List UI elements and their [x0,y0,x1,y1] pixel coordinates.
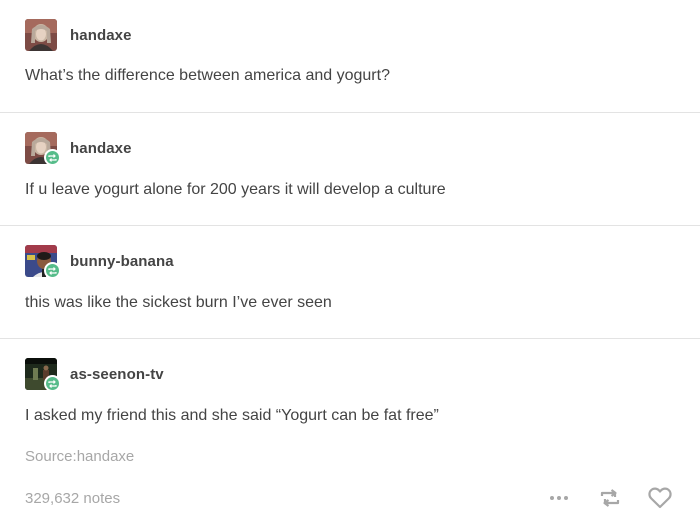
woman-portrait-icon [25,19,57,51]
post-text: I asked my friend this and she said “Yog… [25,407,439,424]
divider [0,338,700,339]
reblog-badge-icon [44,262,61,279]
reblog-badge-icon [44,149,61,166]
reblog-icon[interactable] [597,486,623,510]
more-dots-icon[interactable] [546,488,572,508]
reblog-arrows-icon [48,153,57,162]
source-line: Source:handaxe [25,448,134,465]
reblog-arrows-icon [48,379,57,388]
username[interactable]: handaxe [70,140,132,157]
username[interactable]: handaxe [70,27,132,44]
notes-count[interactable]: 329,632 notes [25,490,120,507]
reblog-badge-icon [44,375,61,392]
divider [0,112,700,113]
post-text: this was like the sickest burn I’ve ever… [25,294,332,311]
divider [0,225,700,226]
reblog-arrows-icon [48,266,57,275]
source-link[interactable]: handaxe [77,448,135,465]
heart-icon[interactable] [646,485,674,511]
username[interactable]: as-seenon-tv [70,366,164,383]
post-text: What’s the difference between america an… [25,67,390,84]
source-label: Source: [25,448,77,465]
username[interactable]: bunny-banana [70,253,174,270]
post-text: If u leave yogurt alone for 200 years it… [25,181,446,198]
avatar[interactable] [25,19,57,51]
